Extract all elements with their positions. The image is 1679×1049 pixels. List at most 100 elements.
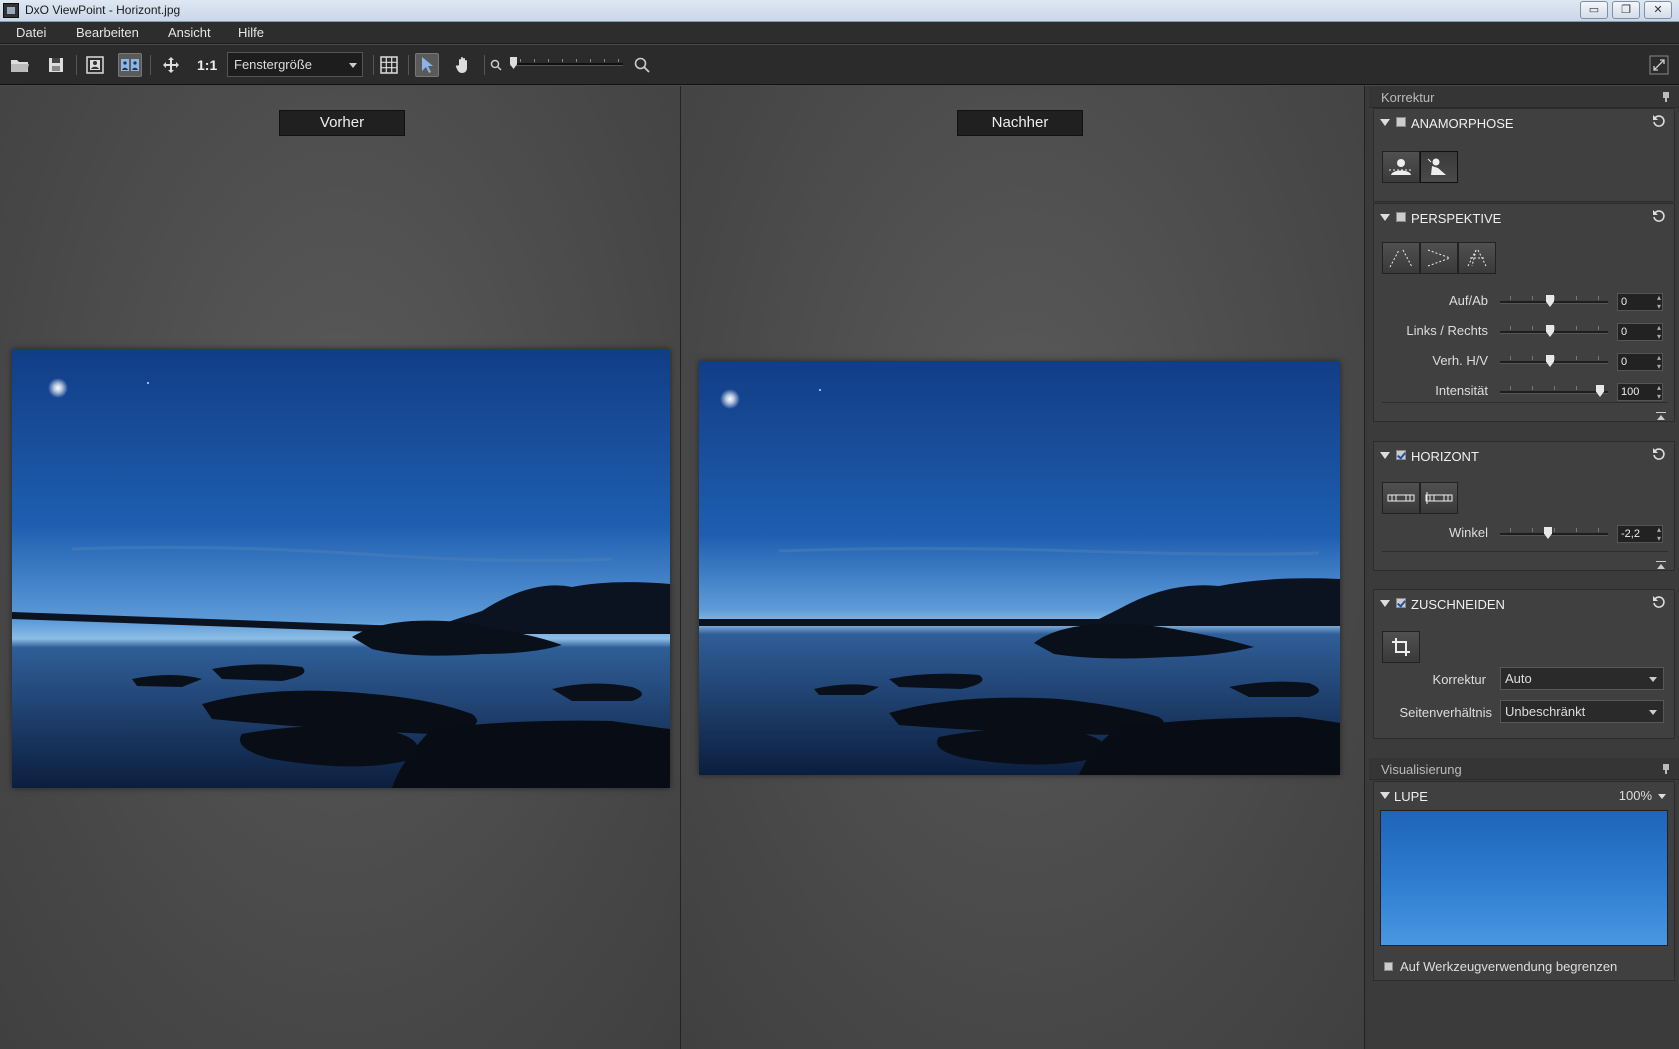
auf-ab-slider-thumb[interactable] [1546,295,1554,307]
intensitaet-input[interactable]: 100 [1617,383,1663,401]
app-icon [3,3,19,18]
anamorphose-title: ANAMORPHOSE [1411,116,1514,131]
zoom-slider[interactable] [510,57,623,69]
verh-hv-input[interactable]: 0 [1617,353,1663,371]
korrektur-value: Auto [1505,671,1532,686]
actual-size-button[interactable]: 1:1 [197,57,217,73]
links-rechts-slider[interactable] [1500,325,1608,337]
menu-datei[interactable]: Datei [16,25,46,40]
grid-icon[interactable] [377,53,401,77]
fullscreen-icon[interactable] [1647,53,1671,77]
perspective-8point-icon[interactable] [1458,242,1496,274]
anamorphose-person-icon[interactable] [1420,151,1458,183]
lupe-zoom-select[interactable]: 100% [1619,788,1652,803]
menu-ansicht[interactable]: Ansicht [168,25,211,40]
horizon-line-icon[interactable] [1382,482,1420,514]
perspektive-section: PERSPEKTIVE Auf/Ab 0 Links / Rechts 0 Ve… [1373,203,1675,422]
reset-icon[interactable] [1652,209,1666,223]
verh-hv-slider-thumb[interactable] [1546,355,1554,367]
zoom-mode-select[interactable]: Fenstergröße [227,52,363,77]
horizont-section: HORIZONT Winkel -2,2 [1373,441,1675,571]
before-view[interactable]: Vorher [0,86,680,1049]
collapse-triangle-icon[interactable] [1380,119,1390,126]
collapse-triangle-icon[interactable] [1380,792,1390,799]
korrektur-title: Korrektur [1381,90,1435,105]
collapse-triangle-icon[interactable] [1380,452,1390,459]
winkel-slider-thumb[interactable] [1544,527,1552,539]
reset-icon[interactable] [1652,595,1666,609]
links-rechts-slider-thumb[interactable] [1546,325,1554,337]
zoom-out-icon[interactable] [485,53,507,77]
reset-icon[interactable] [1652,114,1666,128]
after-view[interactable]: Nachher [681,86,1364,1049]
zuschneiden-checkbox[interactable] [1396,598,1406,608]
winkel-label: Winkel [1448,525,1488,540]
zoom-slider-thumb[interactable] [510,57,517,69]
save-icon[interactable] [44,53,68,77]
visualisierung-header: Visualisierung [1369,758,1679,780]
single-view-icon[interactable] [83,53,107,77]
anamorphose-checkbox[interactable] [1396,117,1406,127]
after-image[interactable] [699,361,1340,775]
auf-ab-input[interactable]: 0 [1617,293,1663,311]
horizont-header[interactable]: HORIZONT [1374,442,1674,468]
chevron-down-icon [1649,677,1657,682]
intensitaet-slider-thumb[interactable] [1596,385,1604,397]
anamorphose-portrait-icon[interactable] [1382,151,1420,183]
links-rechts-input[interactable]: 0 [1617,323,1663,341]
collapse-triangle-icon[interactable] [1380,600,1390,607]
pointer-icon[interactable] [415,53,439,77]
visualisierung-title: Visualisierung [1381,762,1462,777]
winkel-slider[interactable] [1500,527,1608,539]
collapse-section-icon[interactable] [1656,412,1666,420]
zuschneiden-section: ZUSCHNEIDEN Korrektur Auto Seitenverhält… [1373,589,1675,739]
limit-tool-checkbox[interactable] [1384,962,1393,971]
perspektive-title: PERSPEKTIVE [1411,211,1502,226]
pin-icon[interactable] [1663,764,1669,774]
korrektur-dropdown[interactable]: Auto [1500,667,1664,690]
menu-hilfe[interactable]: Hilfe [238,25,264,40]
zuschneiden-header[interactable]: ZUSCHNEIDEN [1374,590,1674,616]
lupe-title: LUPE [1394,789,1428,804]
minimize-button[interactable]: ▭ [1580,1,1608,19]
horizont-checkbox[interactable] [1396,450,1406,460]
lupe-header[interactable]: LUPE 100% [1374,782,1674,808]
zoom-in-icon[interactable] [630,53,654,77]
korrektur-header: Korrektur [1369,86,1679,108]
move-icon[interactable] [159,53,183,77]
loupe-preview[interactable] [1380,810,1668,946]
chevron-down-icon [1649,710,1657,715]
reset-icon[interactable] [1652,447,1666,461]
seitenverhaeltnis-dropdown[interactable]: Unbeschränkt [1500,700,1664,723]
before-image[interactable] [12,349,670,788]
open-folder-icon[interactable] [8,53,32,77]
after-label: Nachher [957,110,1083,136]
perspektive-header[interactable]: PERSPEKTIVE [1374,204,1674,230]
verh-hv-slider[interactable] [1500,355,1608,367]
pin-icon[interactable] [1663,92,1669,102]
auf-ab-label: Auf/Ab [1448,293,1488,308]
winkel-input[interactable]: -2,2 [1617,525,1663,543]
auf-ab-slider[interactable] [1500,295,1608,307]
collapse-section-icon[interactable] [1656,561,1666,569]
links-rechts-label: Links / Rechts [1406,323,1488,338]
menu-bar: Datei Bearbeiten Ansicht Hilfe [0,22,1679,44]
crop-icon[interactable] [1382,631,1420,663]
seitenverhaeltnis-label: Seitenverhältnis [1399,705,1493,720]
horizon-vertical-icon[interactable] [1420,482,1458,514]
perspektive-checkbox[interactable] [1396,212,1406,222]
anamorphose-header[interactable]: ANAMORPHOSE [1374,109,1674,135]
zoom-mode-value: Fenstergröße [234,57,313,72]
chevron-down-icon[interactable] [1658,794,1666,799]
window-title: DxO ViewPoint - Horizont.jpg [25,3,181,17]
intensitaet-slider[interactable] [1500,385,1608,397]
perspective-vertical-icon[interactable] [1382,242,1420,274]
split-view-icon[interactable] [118,53,142,77]
collapse-triangle-icon[interactable] [1380,214,1390,221]
restore-button[interactable]: ❐ [1612,1,1640,19]
perspective-horizontal-icon[interactable] [1420,242,1458,274]
menu-bearbeiten[interactable]: Bearbeiten [76,25,139,40]
close-button[interactable]: ✕ [1644,1,1672,19]
hand-icon[interactable] [451,53,475,77]
chevron-down-icon [349,63,357,68]
